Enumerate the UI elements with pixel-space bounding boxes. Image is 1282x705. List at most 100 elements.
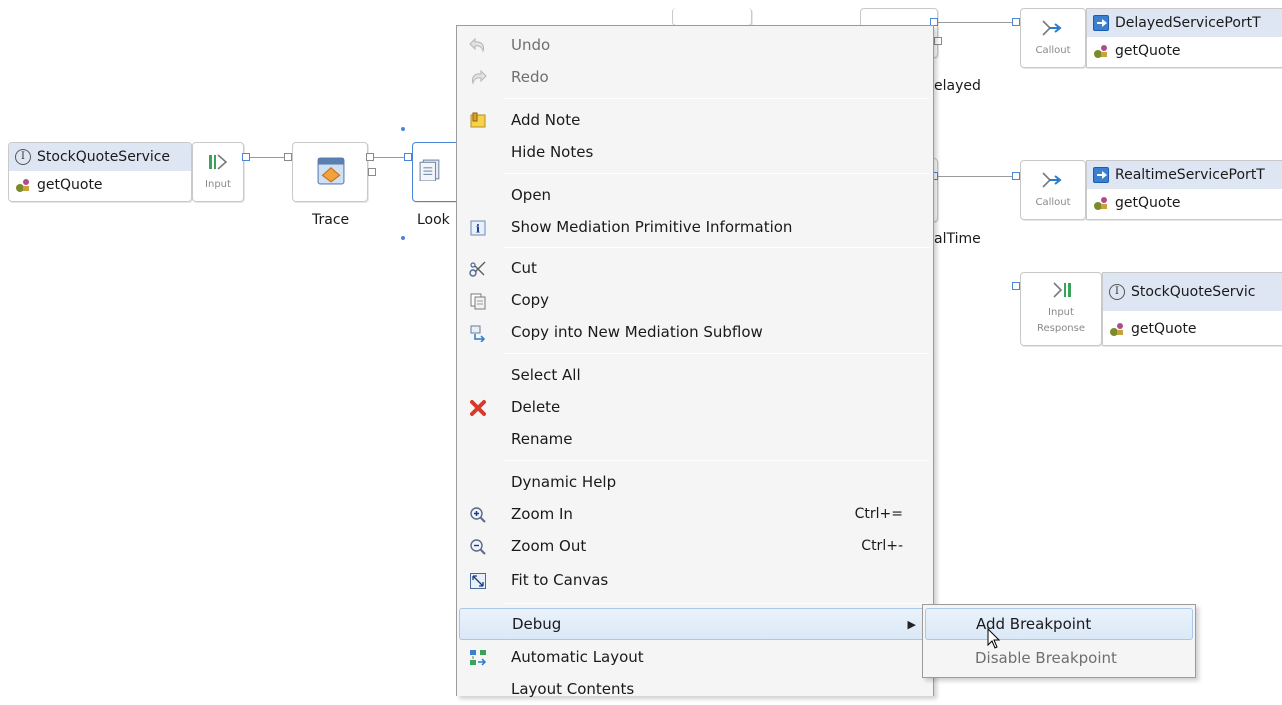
callout-kind-label: Callout [1035, 197, 1071, 208]
menu-item-fit-to-canvas[interactable]: Fit to Canvas [459, 564, 931, 596]
menu-item-label: Disable Breakpoint [975, 649, 1117, 667]
trace-icon [317, 157, 345, 185]
connection-line[interactable] [938, 22, 1012, 23]
input-node[interactable]: Input [192, 142, 244, 202]
operation-row[interactable]: getQuote [1103, 311, 1282, 345]
menu-separator [503, 98, 929, 99]
selection-handle[interactable] [401, 127, 405, 131]
menu-separator [503, 460, 929, 461]
trace-primitive[interactable] [292, 142, 368, 202]
connection-line[interactable] [938, 176, 1012, 177]
zoom-out-icon [470, 539, 486, 555]
callout-kind-label: Callout [1035, 45, 1071, 56]
menu-separator [503, 173, 929, 174]
menu-item-show-primitive-info[interactable]: i Show Mediation Primitive Information [459, 211, 931, 243]
callout-realtime-node[interactable]: Callout [1020, 160, 1086, 220]
trace-label: Trace [312, 212, 350, 228]
menu-item-select-all[interactable]: Select All [459, 359, 931, 391]
input-response-interface[interactable]: I StockQuoteServic getQuote [1102, 272, 1282, 346]
menu-item-label: Automatic Layout [511, 648, 644, 666]
interface-icon: I [1109, 284, 1125, 300]
input-terminal[interactable] [1012, 282, 1020, 290]
input-response-node[interactable]: Input Response [1020, 272, 1102, 346]
menu-item-add-breakpoint[interactable]: Add Breakpoint [925, 608, 1193, 640]
callout-icon [1042, 20, 1062, 36]
operation-icon [1094, 197, 1107, 210]
selection-handle[interactable] [401, 236, 405, 240]
menu-item-label: Select All [511, 366, 581, 384]
reference-icon [1093, 15, 1109, 31]
input-terminal[interactable] [1012, 18, 1020, 26]
menu-item-zoom-in[interactable]: Zoom In Ctrl+= [459, 498, 931, 530]
lookup-icon [419, 159, 440, 181]
menu-item-layout-contents[interactable]: Layout Contents [459, 673, 931, 705]
menu-item-label: Add Note [511, 111, 581, 129]
interface-header: I StockQuoteServic [1103, 273, 1282, 311]
undo-icon [469, 37, 484, 53]
menu-item-label: Show Mediation Primitive Information [511, 218, 793, 236]
menu-item-label: Copy into New Mediation Subflow [511, 323, 763, 341]
menu-item-label: Zoom In [511, 505, 573, 523]
menu-item-add-note[interactable]: Add Note [459, 104, 931, 136]
menu-item-label: Redo [511, 68, 549, 86]
input-terminal[interactable] [1012, 172, 1020, 180]
menu-item-copy-into-subflow[interactable]: Copy into New Mediation Subflow [459, 316, 931, 348]
menu-item-cut[interactable]: Cut [459, 252, 931, 284]
menu-item-debug[interactable]: Debug ▶ [459, 608, 931, 640]
delayed-service-interface[interactable]: DelayedServicePortT getQuote [1086, 8, 1282, 68]
menu-item-label: Delete [511, 398, 561, 416]
trace-output-terminal[interactable] [366, 153, 374, 161]
input-response-label-2: Response [1036, 323, 1086, 334]
operation-row[interactable]: getQuote [1087, 189, 1282, 217]
input-arrow-icon [209, 154, 228, 170]
menu-item-redo[interactable]: Redo [459, 61, 931, 93]
menu-item-shortcut: Ctrl+- [861, 538, 903, 554]
menu-item-copy[interactable]: Copy [459, 284, 931, 316]
interface-name: StockQuoteServic [1131, 284, 1256, 300]
menu-item-label: Fit to Canvas [511, 571, 609, 589]
menu-item-undo[interactable]: Undo [459, 29, 931, 61]
menu-item-hide-notes[interactable]: Hide Notes [459, 136, 931, 168]
menu-item-rename[interactable]: Rename [459, 423, 931, 455]
interface-header: I StockQuoteService [9, 143, 191, 171]
input-terminal[interactable] [284, 153, 292, 161]
input-interface-node[interactable]: I StockQuoteService getQuote [8, 142, 192, 202]
menu-item-zoom-out[interactable]: Zoom Out Ctrl+- [459, 530, 931, 562]
input-response-icon [1053, 282, 1071, 298]
submenu-arrow-icon: ▶ [907, 617, 916, 631]
menu-item-dynamic-help[interactable]: Dynamic Help [459, 466, 931, 498]
menu-item-label: Open [511, 186, 552, 204]
delayed-fail-terminal[interactable] [934, 37, 942, 45]
connection-line[interactable] [250, 157, 286, 158]
menu-item-label: Copy [511, 291, 550, 309]
callout-delayed-node[interactable]: Callout [1020, 8, 1086, 68]
menu-item-label: Dynamic Help [511, 473, 617, 491]
redo-icon [472, 69, 487, 85]
operation-icon [16, 179, 29, 192]
filter-primitive[interactable] [672, 8, 752, 26]
fit-canvas-icon [470, 573, 486, 589]
operation-icon [1094, 45, 1107, 58]
menu-item-automatic-layout[interactable]: Automatic Layout [459, 641, 931, 673]
interface-header: DelayedServicePortT [1087, 9, 1282, 37]
context-menu: Undo Redo Add Note Hide Notes Open i Sho… [456, 25, 934, 698]
operation-row[interactable]: getQuote [1087, 37, 1282, 65]
output-terminal[interactable] [242, 153, 250, 161]
input-kind-label: Input [205, 179, 231, 190]
operation-row[interactable]: getQuote [9, 171, 191, 199]
interface-icon: I [15, 149, 31, 165]
menu-item-disable-breakpoint[interactable]: Disable Breakpoint [925, 642, 1193, 674]
input-terminal[interactable] [404, 153, 412, 161]
delete-icon [470, 400, 486, 416]
operation-icon [1110, 323, 1123, 336]
interface-name: DelayedServicePortT [1115, 15, 1261, 31]
reference-icon [1093, 167, 1109, 183]
trace-fail-terminal[interactable] [368, 168, 376, 176]
note-icon [470, 112, 486, 128]
menu-item-label: Zoom Out [511, 537, 587, 555]
svg-text:i: i [476, 223, 480, 236]
connection-line[interactable] [374, 157, 406, 158]
menu-item-open[interactable]: Open [459, 179, 931, 211]
realtime-service-interface[interactable]: RealtimeServicePortT getQuote [1086, 160, 1282, 220]
menu-item-delete[interactable]: Delete [459, 391, 931, 423]
